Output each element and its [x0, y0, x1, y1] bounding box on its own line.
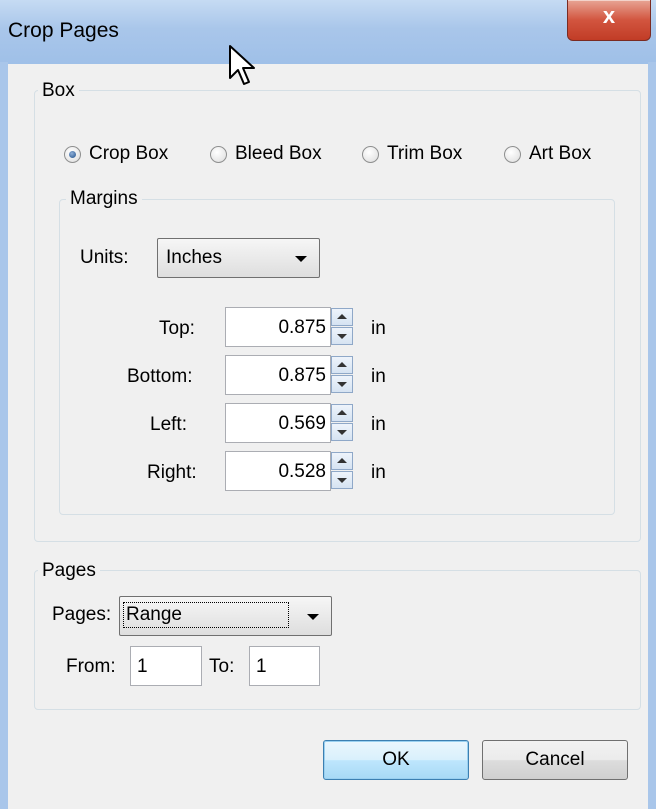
bottom-margin-input[interactable]: 0.875 — [225, 355, 331, 395]
margins-group-legend: Margins — [66, 188, 142, 210]
units-label: Units: — [80, 247, 129, 268]
spin-down-icon[interactable] — [331, 327, 353, 345]
art-box-label: Art Box — [529, 143, 592, 164]
left-margin-spinner[interactable] — [331, 404, 353, 442]
right-margin-spinner[interactable] — [331, 452, 353, 490]
crop-box-label: Crop Box — [89, 143, 169, 164]
units-value: Inches — [166, 247, 222, 268]
top-unit: in — [371, 318, 386, 339]
left-margin-input[interactable]: 0.569 — [225, 403, 331, 443]
mouse-cursor-icon — [229, 45, 255, 85]
pages-group-legend: Pages — [38, 560, 100, 582]
close-button[interactable]: x — [567, 0, 651, 41]
trim-box-label: Trim Box — [387, 143, 463, 164]
left-unit: in — [371, 414, 386, 435]
chevron-down-icon — [307, 614, 319, 620]
bleed-box-radio[interactable]: Bleed Box — [210, 143, 322, 165]
radio-checked-icon — [64, 145, 81, 163]
crop-box-radio[interactable]: Crop Box — [64, 143, 168, 165]
bottom-margin-spinner[interactable] — [331, 356, 353, 394]
pages-dropdown[interactable]: Range — [119, 596, 332, 636]
window-border-right — [648, 62, 656, 809]
left-margin-value: 0.569 — [278, 413, 326, 434]
radio-unchecked-icon — [504, 145, 521, 163]
spin-down-icon[interactable] — [331, 471, 353, 489]
ok-button[interactable]: OK — [323, 740, 469, 780]
top-margin-input[interactable]: 0.875 — [225, 307, 331, 347]
pages-label: Pages: — [52, 604, 112, 625]
spin-up-icon[interactable] — [331, 308, 353, 326]
bottom-margin-value: 0.875 — [278, 365, 326, 386]
right-margin-input[interactable]: 0.528 — [225, 451, 331, 491]
close-icon: x — [602, 3, 616, 28]
to-input[interactable]: 1 — [249, 646, 320, 686]
units-dropdown[interactable]: Inches — [157, 238, 320, 278]
bottom-label: Bottom: — [127, 366, 193, 387]
window-border-left — [0, 62, 8, 809]
chevron-down-icon — [295, 256, 307, 262]
from-input[interactable]: 1 — [130, 646, 202, 686]
pages-value: Range — [123, 602, 289, 628]
box-group-legend: Box — [38, 80, 79, 102]
radio-unchecked-icon — [362, 145, 379, 163]
cancel-button[interactable]: Cancel — [482, 740, 628, 780]
pages-group — [34, 570, 641, 710]
window-title: Crop Pages — [8, 19, 119, 42]
spin-up-icon[interactable] — [331, 404, 353, 422]
top-margin-value: 0.875 — [278, 317, 326, 338]
radio-unchecked-icon — [210, 145, 227, 163]
from-value: 1 — [137, 656, 148, 677]
spin-up-icon[interactable] — [331, 356, 353, 374]
right-label: Right: — [147, 462, 197, 483]
left-label: Left: — [150, 414, 187, 435]
from-label: From: — [66, 656, 116, 677]
right-margin-value: 0.528 — [278, 461, 326, 482]
trim-box-radio[interactable]: Trim Box — [362, 143, 462, 165]
to-value: 1 — [256, 656, 267, 677]
to-label: To: — [209, 656, 235, 677]
bleed-box-label: Bleed Box — [235, 143, 322, 164]
spin-down-icon[interactable] — [331, 423, 353, 441]
spin-up-icon[interactable] — [331, 452, 353, 470]
top-label: Top: — [159, 318, 195, 339]
right-unit: in — [371, 462, 386, 483]
bottom-unit: in — [371, 366, 386, 387]
title-bar: Crop Pages x — [0, 0, 656, 64]
art-box-radio[interactable]: Art Box — [504, 143, 591, 165]
top-margin-spinner[interactable] — [331, 308, 353, 346]
spin-down-icon[interactable] — [331, 375, 353, 393]
